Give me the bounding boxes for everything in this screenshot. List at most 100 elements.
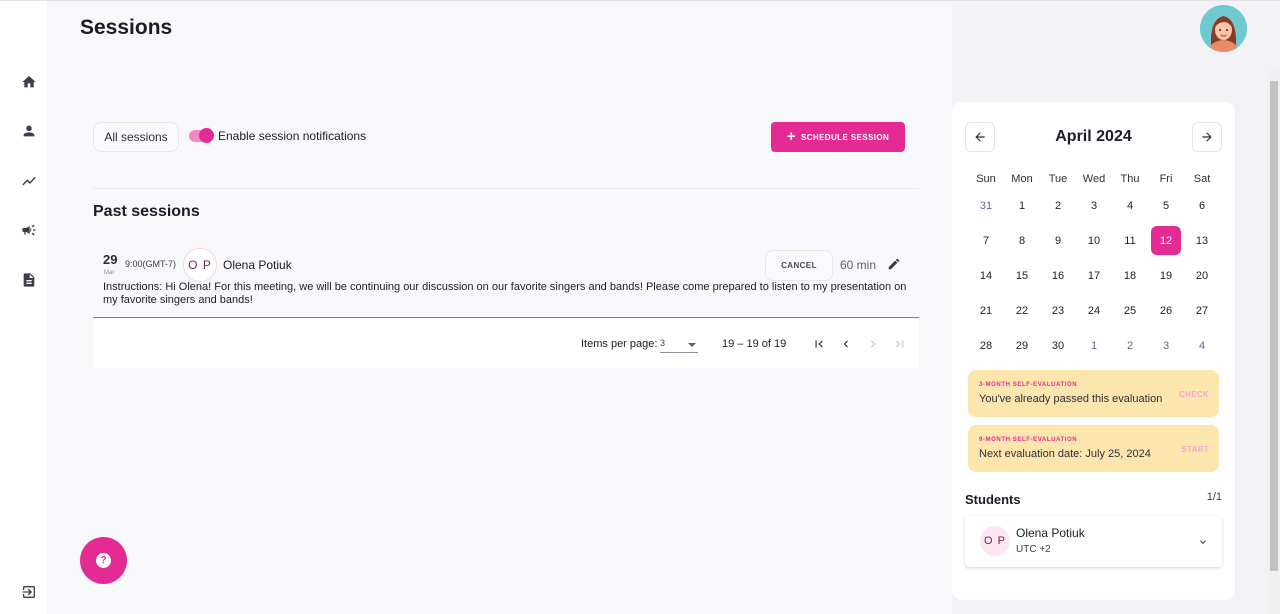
page-title: Sessions — [80, 16, 173, 39]
calendar-day[interactable]: 25 — [1112, 293, 1148, 328]
calendar-day[interactable]: 3 — [1076, 188, 1112, 223]
all-sessions-filter[interactable]: All sessions — [93, 122, 179, 152]
selected-day: 12 — [1151, 226, 1181, 255]
calendar-day[interactable]: 2 — [1040, 188, 1076, 223]
calendar-day[interactable]: 8 — [1004, 223, 1040, 258]
calendar-day[interactable]: 15 — [1004, 258, 1040, 293]
next-month-button[interactable] — [1192, 122, 1222, 152]
logout-icon[interactable] — [19, 582, 39, 602]
start-evaluation-button[interactable]: START — [1181, 445, 1209, 454]
calendar-day[interactable]: 27 — [1184, 293, 1220, 328]
calendar-day[interactable]: 18 — [1112, 258, 1148, 293]
week-row: 14 15 16 17 18 19 20 — [968, 258, 1220, 293]
calendar-day[interactable]: 6 — [1184, 188, 1220, 223]
calendar-day[interactable]: 29 — [1004, 328, 1040, 363]
week-row: 31 1 2 3 4 5 6 — [968, 188, 1220, 223]
calendar-day[interactable]: 16 — [1040, 258, 1076, 293]
chevron-down-icon[interactable] — [1197, 535, 1209, 547]
weekday-label: Sun — [976, 172, 996, 185]
arrow-right-icon — [1202, 132, 1212, 142]
calendar-day[interactable]: 1 — [1004, 188, 1040, 223]
calendar-day[interactable]: 5 — [1148, 188, 1184, 223]
document-icon[interactable] — [19, 270, 39, 290]
evaluation-tag: 9-MONTH SELF-EVALUATION — [979, 437, 1078, 443]
calendar-day[interactable]: 4 — [1184, 328, 1220, 363]
weekday-label: Tue — [1048, 172, 1068, 185]
calendar-day[interactable]: 31 — [968, 188, 1004, 223]
dropdown-arrow-icon — [688, 343, 696, 347]
calendar-day[interactable]: 28 — [968, 328, 1004, 363]
calendar-day[interactable]: 1 — [1076, 328, 1112, 363]
session-student-name: Olena Potiuk — [223, 258, 292, 272]
items-per-page-label: Items per page: — [581, 338, 658, 350]
calendar-day[interactable]: 21 — [968, 293, 1004, 328]
calendar-day[interactable]: 24 — [1076, 293, 1112, 328]
week-row: 28 29 30 1 2 3 4 — [968, 328, 1220, 363]
calendar-day[interactable]: 14 — [968, 258, 1004, 293]
help-button[interactable]: ? — [80, 537, 127, 584]
weekday-label: Thu — [1120, 172, 1140, 185]
student-card[interactable]: O P Olena Potiuk UTC +2 — [965, 516, 1222, 567]
week-row: 21 22 23 24 25 26 27 — [968, 293, 1220, 328]
megaphone-icon[interactable] — [19, 220, 39, 240]
sidebar — [0, 1, 47, 614]
check-evaluation-button[interactable]: CHECK — [1179, 390, 1209, 399]
calendar-day[interactable]: 17 — [1076, 258, 1112, 293]
trending-icon[interactable] — [19, 171, 39, 191]
items-per-page-select[interactable]: 3 — [660, 338, 698, 353]
session-time: 9:00(GMT-7) — [125, 259, 177, 269]
evaluation-card: 9-MONTH SELF-EVALUATION Next evaluation … — [968, 425, 1219, 472]
weekday-row: Sun Mon Tue Wed Thu Fri Sat — [968, 169, 1220, 188]
session-month: Mar — [104, 270, 115, 276]
calendar-day[interactable]: 22 — [1004, 293, 1040, 328]
session-day: 29 — [103, 252, 118, 267]
calendar-day-selected[interactable]: 12 — [1148, 223, 1184, 258]
notifications-label: Enable session notifications — [218, 129, 367, 143]
notifications-toggle[interactable] — [189, 128, 214, 143]
week-row: 7 8 9 10 11 12 13 — [968, 223, 1220, 258]
student-name: Olena Potiuk — [1016, 526, 1085, 540]
schedule-session-button[interactable]: + SCHEDULE SESSION — [771, 122, 905, 152]
evaluation-text: You've already passed this evaluation — [979, 393, 1163, 405]
cancel-session-button[interactable]: CANCEL — [765, 250, 833, 281]
help-icon: ? — [96, 553, 111, 568]
evaluation-text: Next evaluation date: July 25, 2024 — [979, 448, 1151, 460]
calendar-day[interactable]: 9 — [1040, 223, 1076, 258]
edit-icon[interactable] — [887, 257, 901, 271]
session-duration: 60 min — [840, 258, 877, 272]
calendar-day[interactable]: 2 — [1112, 328, 1148, 363]
calendar-day[interactable]: 26 — [1148, 293, 1184, 328]
weekday-label: Mon — [1011, 172, 1033, 185]
toggle-knob — [199, 128, 214, 143]
evaluation-card: 3-MONTH SELF-EVALUATION You've already p… — [968, 370, 1219, 417]
weekday-label: Sat — [1193, 172, 1211, 185]
previous-page-icon[interactable] — [837, 335, 855, 353]
calendar-day[interactable]: 23 — [1040, 293, 1076, 328]
student-timezone: UTC +2 — [1016, 544, 1051, 555]
calendar-day[interactable]: 19 — [1148, 258, 1184, 293]
weekday-label: Fri — [1159, 172, 1173, 185]
home-icon[interactable] — [19, 72, 39, 92]
scrollbar-thumb[interactable] — [1270, 81, 1278, 571]
first-page-icon[interactable] — [810, 335, 828, 353]
session-student-avatar: O P — [183, 248, 217, 282]
last-page-icon[interactable] — [891, 335, 909, 353]
weekday-label: Wed — [1082, 172, 1106, 185]
person-icon[interactable] — [19, 121, 39, 141]
calendar-day[interactable]: 13 — [1184, 223, 1220, 258]
student-avatar: O P — [980, 526, 1010, 556]
page-range: 19 – 19 of 19 — [722, 338, 787, 350]
calendar-day[interactable]: 10 — [1076, 223, 1112, 258]
calendar-day[interactable]: 7 — [968, 223, 1004, 258]
students-title: Students — [965, 492, 1021, 507]
next-page-icon[interactable] — [864, 335, 882, 353]
paginator: Items per page: 3 19 – 19 of 19 — [93, 319, 919, 368]
calendar-day[interactable]: 3 — [1148, 328, 1184, 363]
calendar-grid: Sun Mon Tue Wed Thu Fri Sat 31 1 2 3 4 5… — [968, 169, 1220, 363]
user-avatar[interactable] — [1200, 5, 1247, 52]
calendar-day[interactable]: 20 — [1184, 258, 1220, 293]
evaluation-tag: 3-MONTH SELF-EVALUATION — [979, 382, 1078, 388]
calendar-day[interactable]: 4 — [1112, 188, 1148, 223]
calendar-day[interactable]: 30 — [1040, 328, 1076, 363]
calendar-day[interactable]: 11 — [1112, 223, 1148, 258]
